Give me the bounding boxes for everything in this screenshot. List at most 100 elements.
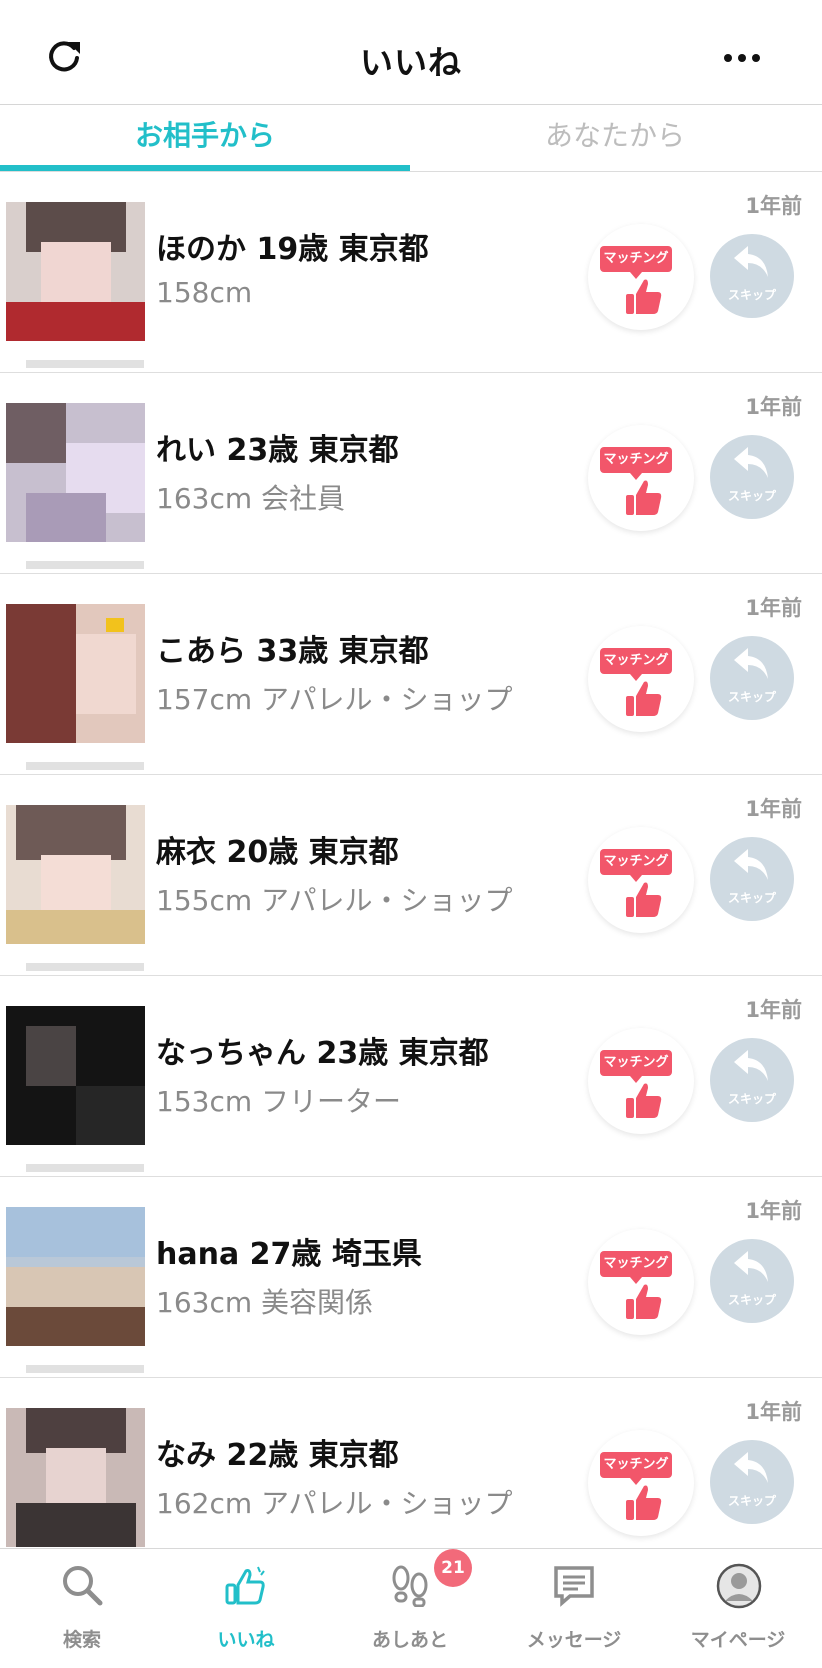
undo-arrow-icon: [734, 1251, 768, 1282]
like-row[interactable]: 1年前 hana 27歳 埼玉県 163cm 美容関係 マッチング スキップ: [0, 1177, 822, 1378]
nav-search[interactable]: 検索: [0, 1549, 164, 1668]
nav-messages[interactable]: メッセージ: [492, 1549, 656, 1668]
thumbs-up-icon: [626, 681, 662, 716]
thumbs-up-icon: [626, 1284, 662, 1319]
profile-icon: [716, 1563, 762, 1609]
match-label: マッチング: [600, 447, 672, 480]
thumbs-up-icon: [626, 1083, 662, 1118]
thumbs-up-icon: [626, 882, 662, 917]
nav-footprints[interactable]: 21 あしあと: [328, 1549, 492, 1668]
like-row[interactable]: 1年前 こあら 33歳 東京都 157cm アパレル・ショップ マッチング スキ…: [0, 574, 822, 775]
user-name-age-location: 麻衣 20歳 東京都: [156, 835, 399, 870]
user-details: 158cm: [156, 276, 253, 309]
match-button[interactable]: マッチング: [588, 224, 694, 330]
photo-caption-bar: [26, 360, 144, 368]
undo-arrow-icon: [734, 447, 768, 478]
footprints-icon: [392, 1565, 428, 1607]
undo-arrow-icon: [734, 648, 768, 679]
user-name-age-location: ほのか 19歳 東京都: [156, 232, 429, 267]
skip-button[interactable]: スキップ: [710, 1440, 794, 1524]
user-details: 155cm アパレル・ショップ: [156, 884, 513, 917]
like-time: 1年前: [745, 596, 802, 620]
like-time: 1年前: [745, 194, 802, 218]
skip-button[interactable]: スキップ: [710, 837, 794, 921]
match-button[interactable]: マッチング: [588, 1028, 694, 1134]
like-time: 1年前: [745, 998, 802, 1022]
match-button[interactable]: マッチング: [588, 827, 694, 933]
match-label: マッチング: [600, 1251, 672, 1284]
like-time: 1年前: [745, 797, 802, 821]
photo-caption-bar: [26, 1164, 144, 1172]
tab-bar: お相手から あなたから: [0, 105, 822, 172]
like-time: 1年前: [745, 1199, 802, 1223]
page-title: いいね: [360, 43, 462, 82]
user-details: 157cm アパレル・ショップ: [156, 683, 513, 716]
profile-photo[interactable]: [6, 202, 145, 341]
user-details: 153cm フリーター: [156, 1085, 402, 1118]
skip-button[interactable]: スキップ: [710, 234, 794, 318]
match-label: マッチング: [600, 1050, 672, 1083]
profile-photo[interactable]: [6, 1006, 145, 1145]
skip-label: スキップ: [727, 1494, 776, 1508]
user-name-age-location: なみ 22歳 東京都: [156, 1438, 399, 1473]
skip-button[interactable]: スキップ: [710, 636, 794, 720]
nav-label: メッセージ: [526, 1629, 622, 1651]
user-details: 162cm アパレル・ショップ: [156, 1487, 513, 1520]
undo-arrow-icon: [734, 1452, 768, 1483]
photo-caption-bar: [26, 963, 144, 971]
likes-list: 1年前 ほのか 19歳 東京都 158cm マッチング スキップ 1年前 れい …: [0, 172, 822, 1579]
user-details: 163cm 美容関係: [156, 1286, 374, 1319]
profile-photo[interactable]: [6, 604, 145, 743]
like-time: 1年前: [745, 395, 802, 419]
photo-caption-bar: [26, 1365, 144, 1373]
nav-label: あしあと: [371, 1629, 448, 1651]
active-tab-indicator: [0, 165, 410, 171]
profile-photo[interactable]: [6, 1408, 145, 1547]
skip-button[interactable]: スキップ: [710, 1239, 794, 1323]
user-name-age-location: hana 27歳 埼玉県: [156, 1237, 422, 1272]
photo-caption-bar: [26, 762, 144, 770]
like-row[interactable]: 1年前 れい 23歳 東京都 163cm 会社員 マッチング スキップ: [0, 373, 822, 574]
thumbs-up-icon: [626, 279, 662, 314]
like-row[interactable]: 1年前 麻衣 20歳 東京都 155cm アパレル・ショップ マッチング スキッ…: [0, 775, 822, 976]
skip-label: スキップ: [727, 1092, 776, 1106]
nav-likes[interactable]: いいね: [164, 1549, 328, 1668]
user-details: 163cm 会社員: [156, 482, 346, 515]
like-icon: [225, 1566, 265, 1605]
skip-label: スキップ: [727, 891, 776, 905]
nav-label: 検索: [62, 1629, 101, 1651]
search-icon: [63, 1566, 103, 1606]
like-row[interactable]: 1年前 なっちゃん 23歳 東京都 153cm フリーター マッチング スキップ: [0, 976, 822, 1177]
nav-label: いいね: [217, 1629, 275, 1651]
nav-mypage[interactable]: マイページ: [656, 1549, 820, 1668]
undo-arrow-icon: [734, 849, 768, 880]
user-name-age-location: こあら 33歳 東京都: [156, 634, 429, 669]
profile-photo[interactable]: [6, 805, 145, 944]
profile-photo[interactable]: [6, 1207, 145, 1346]
match-button[interactable]: マッチング: [588, 425, 694, 531]
undo-arrow-icon: [734, 1050, 768, 1081]
thumbs-up-icon: [626, 1485, 662, 1520]
message-icon: [554, 1566, 594, 1607]
photo-caption-bar: [26, 561, 144, 569]
match-label: マッチング: [600, 1452, 672, 1485]
app-header: いいね: [0, 0, 822, 105]
tab-from-you[interactable]: あなたから: [410, 105, 820, 167]
like-row[interactable]: 1年前 ほのか 19歳 東京都 158cm マッチング スキップ: [0, 172, 822, 373]
skip-label: スキップ: [727, 489, 776, 503]
skip-button[interactable]: スキップ: [710, 435, 794, 519]
user-name-age-location: なっちゃん 23歳 東京都: [156, 1036, 489, 1071]
skip-button[interactable]: スキップ: [710, 1038, 794, 1122]
nav-label: マイページ: [690, 1629, 786, 1651]
tab-from-partner[interactable]: お相手から: [0, 105, 410, 167]
match-button[interactable]: マッチング: [588, 626, 694, 732]
match-label: マッチング: [600, 246, 672, 279]
skip-label: スキップ: [727, 690, 776, 704]
match-button[interactable]: マッチング: [588, 1229, 694, 1335]
notification-badge: 21: [434, 1549, 472, 1587]
match-label: マッチング: [600, 648, 672, 681]
profile-photo[interactable]: [6, 403, 145, 542]
more-dots-icon[interactable]: [722, 50, 762, 66]
skip-label: スキップ: [727, 1293, 776, 1307]
match-button[interactable]: マッチング: [588, 1430, 694, 1536]
